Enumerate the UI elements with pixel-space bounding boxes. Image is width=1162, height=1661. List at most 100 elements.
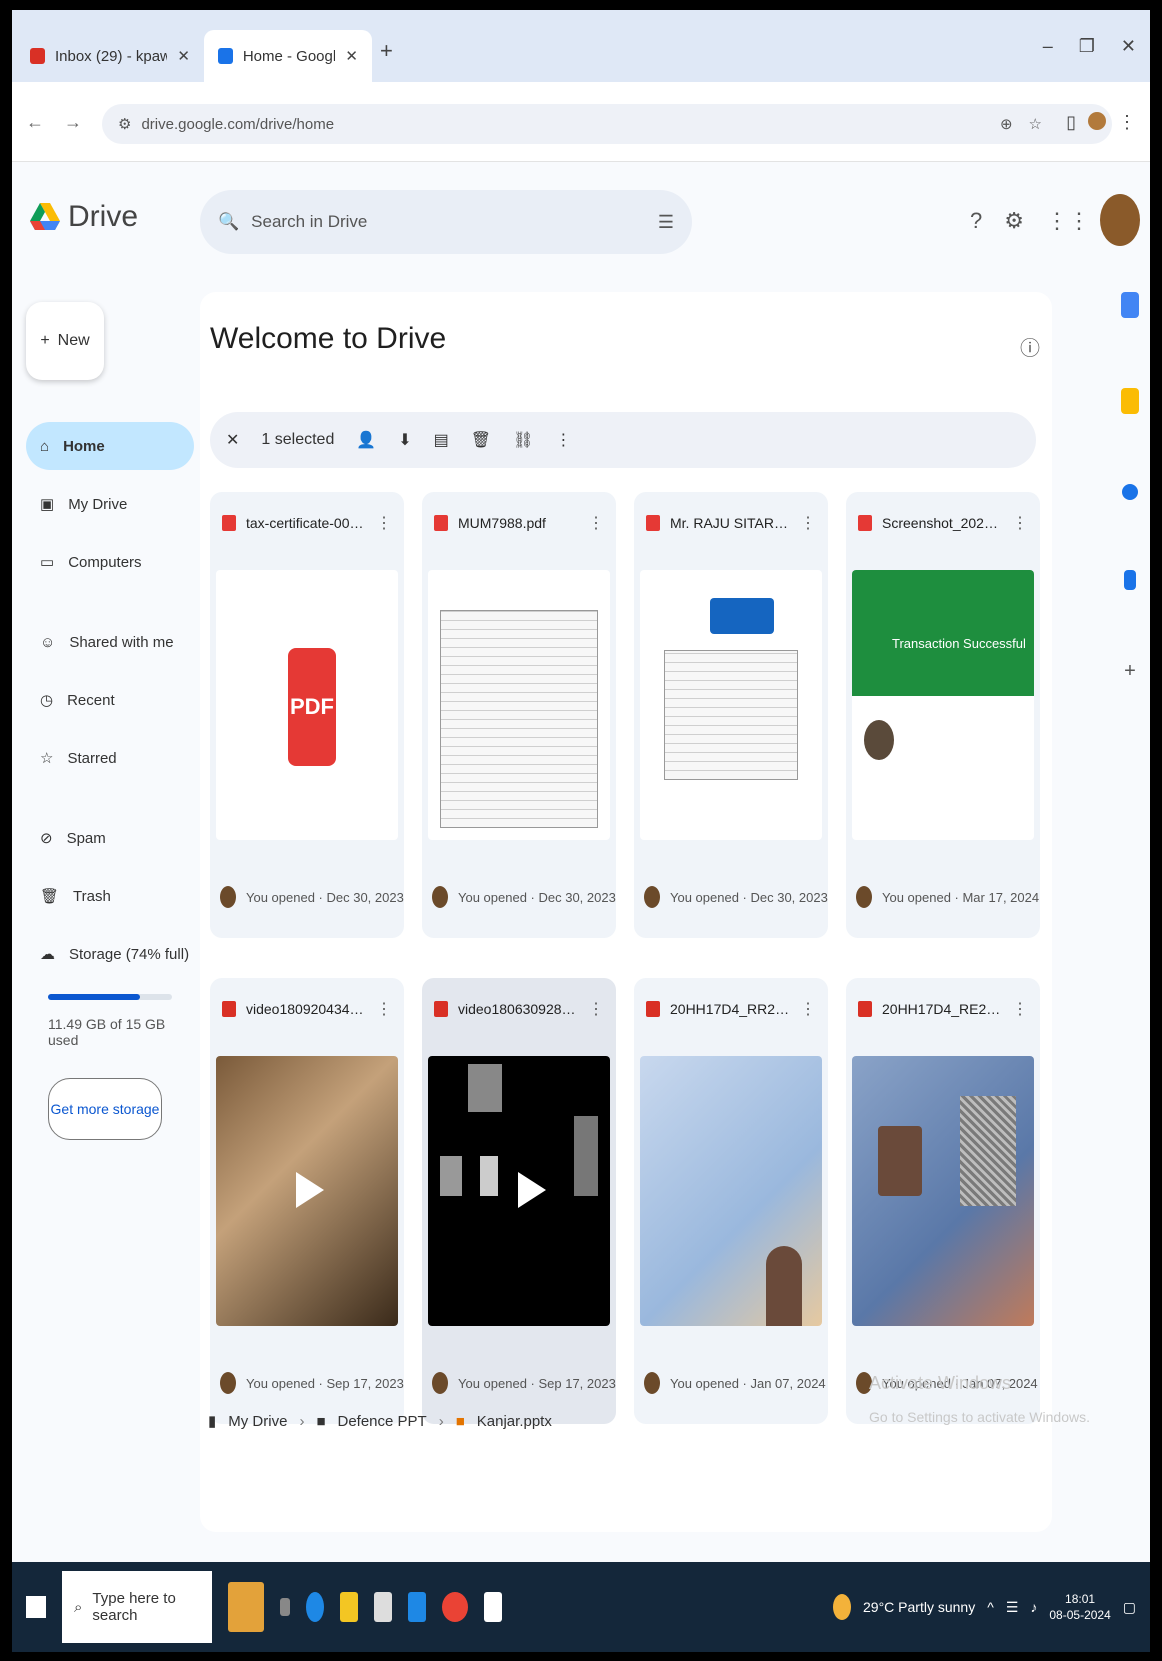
more-options-icon[interactable]: ⋮ (376, 999, 392, 1019)
drive-folder-icon: ▮ (208, 1413, 217, 1430)
tasks-icon[interactable] (1122, 484, 1138, 500)
breadcrumb-item[interactable]: Defence PPT (338, 1413, 427, 1430)
taskbar-search-input[interactable]: ⌕ Type here to search (62, 1571, 212, 1643)
more-options-icon[interactable]: ⋮ (588, 513, 604, 533)
close-icon[interactable]: ✕ (345, 47, 358, 65)
file-explorer-icon[interactable] (340, 1592, 358, 1622)
sidebar-item-spam[interactable]: ⊘ Spam (26, 814, 194, 862)
account-avatar[interactable] (1100, 194, 1140, 246)
store-icon[interactable] (408, 1592, 426, 1622)
browser-menu-icon[interactable]: ⋮ (1118, 112, 1136, 133)
clock[interactable]: 18:01 08-05-2024 (1049, 1591, 1110, 1623)
search-options-icon[interactable]: ☰ (658, 212, 674, 233)
volume-icon[interactable]: ♪ (1030, 1599, 1037, 1615)
widgets-icon[interactable] (228, 1582, 264, 1632)
chrome-icon[interactable] (442, 1592, 468, 1622)
drive-logo[interactable]: Drive (30, 200, 138, 234)
edge-icon[interactable] (306, 1592, 324, 1622)
move-icon[interactable]: ▤ (434, 430, 449, 450)
sidebar-item-my-drive[interactable]: ▣ My Drive (26, 480, 194, 528)
play-icon[interactable] (518, 1172, 546, 1208)
video-tile (468, 1064, 502, 1112)
back-icon[interactable]: ← (26, 112, 44, 133)
file-card[interactable]: 20HH17D4_RR2P.jpg ⋮ You opened · Jan 07,… (634, 978, 828, 1424)
more-options-icon[interactable]: ⋮ (1012, 999, 1028, 1019)
sidebar-item-trash[interactable]: 🗑 Trash (26, 872, 194, 920)
more-options-icon[interactable]: ⋮ (800, 513, 816, 533)
settings-gear-icon[interactable]: ⚙ (1004, 208, 1024, 234)
star-icon: ☆ (40, 750, 54, 767)
file-card[interactable]: tax-certificate-00343076_(fr-fe... ⋮ PDF… (210, 492, 404, 938)
sidebar-item-computers[interactable]: ▭ Computers (26, 538, 194, 586)
apps-grid-icon[interactable]: ⋮⋮ (1046, 208, 1090, 234)
minimize-icon[interactable]: – (1043, 36, 1053, 57)
user-avatar-icon (432, 886, 448, 908)
file-card[interactable]: video1809204347.mp4 ⋮ You opened · Sep 1… (210, 978, 404, 1424)
info-icon[interactable]: ⓘ (1020, 332, 1040, 361)
play-icon[interactable] (296, 1172, 324, 1208)
sidepanel-icon[interactable]: ▯ (1066, 112, 1076, 133)
calendar-icon[interactable] (1121, 292, 1139, 318)
more-options-icon[interactable]: ⋮ (1012, 513, 1028, 533)
file-card[interactable]: Mr. RAJU SITARAM PAWAR.pdf ⋮ You opened … (634, 492, 828, 938)
file-card-header: tax-certificate-00343076_(fr-fe... ⋮ (210, 492, 404, 554)
task-view-icon[interactable] (280, 1598, 290, 1616)
more-options-icon[interactable]: ⋮ (588, 999, 604, 1019)
keep-icon[interactable] (1121, 388, 1139, 414)
file-activity: You opened · Dec 30, 2023 (220, 886, 404, 908)
get-more-storage-button[interactable]: Get more storage (48, 1078, 162, 1140)
network-icon[interactable]: ☰ (1006, 1599, 1019, 1616)
link-icon[interactable]: ⛓ (513, 430, 533, 450)
system-tray: 29°C Partly sunny ^ ☰ ♪ 18:01 08-05-2024… (833, 1591, 1150, 1623)
sidebar-item-recent[interactable]: ◷ Recent (26, 676, 194, 724)
url-input[interactable]: ⚙ drive.google.com/drive/home ⊕ ☆ (102, 104, 1112, 144)
delete-icon[interactable]: 🗑 (471, 430, 491, 450)
tab-gmail[interactable]: Inbox (29) - kpawar714@gm ✕ (16, 30, 204, 82)
contacts-icon[interactable] (1124, 570, 1136, 590)
more-actions-icon[interactable]: ⋮ (555, 430, 571, 450)
slides-file-icon: ■ (455, 1412, 465, 1430)
id-photo (766, 1246, 802, 1326)
image-file-icon (858, 1001, 872, 1017)
new-tab-button[interactable]: + (380, 38, 393, 64)
share-icon[interactable]: 👤 (356, 430, 376, 450)
notifications-icon[interactable]: ▢ (1123, 1599, 1136, 1616)
chevron-up-icon[interactable]: ^ (987, 1599, 994, 1615)
sidebar-item-storage[interactable]: ☁ Storage (74% full) (26, 930, 194, 978)
file-card[interactable]: Screenshot_20240107_094323_P... ⋮ Transa… (846, 492, 1040, 938)
windows-start-icon[interactable] (26, 1596, 46, 1618)
breadcrumb-item[interactable]: My Drive (228, 1413, 287, 1430)
help-icon[interactable]: ? (970, 208, 982, 234)
sidebar-item-starred[interactable]: ☆ Starred (26, 734, 194, 782)
clear-selection-icon[interactable]: ✕ (226, 430, 239, 450)
install-icon[interactable]: ⊕ (1000, 115, 1013, 133)
more-options-icon[interactable]: ⋮ (376, 513, 392, 533)
site-info-icon[interactable]: ⚙ (118, 115, 131, 133)
bookmark-star-icon[interactable]: ☆ (1029, 115, 1042, 133)
close-window-icon[interactable]: ✕ (1121, 36, 1136, 57)
forward-icon[interactable]: → (64, 112, 82, 133)
close-icon[interactable]: ✕ (177, 47, 190, 65)
tab-drive[interactable]: Home - Google Drive ✕ (204, 30, 372, 82)
notepad-icon[interactable] (484, 1592, 502, 1622)
weather-text[interactable]: 29°C Partly sunny (863, 1599, 975, 1615)
my-drive-icon: ▣ (40, 496, 55, 513)
breadcrumb-item[interactable]: Kanjar.pptx (477, 1413, 552, 1430)
download-icon[interactable]: ⬇ (398, 430, 411, 450)
file-card[interactable]: 20HH17D4_RE2M3.jpg ⋮ You opened · Jan 07… (846, 978, 1040, 1424)
file-grid: tax-certificate-00343076_(fr-fe... ⋮ PDF… (210, 492, 1040, 1424)
file-card[interactable]: MUM7988.pdf ⋮ You opened · Dec 30, 2023 (422, 492, 616, 938)
profile-avatar[interactable] (1088, 112, 1106, 130)
sidebar-item-shared[interactable]: ☺ Shared with me (26, 618, 194, 666)
file-card-selected[interactable]: video1806309281.mp4 ⋮ You opened · Sep 1… (422, 978, 616, 1424)
add-addon-icon[interactable]: + (1124, 660, 1136, 683)
file-name: Mr. RAJU SITARAM PAWAR.pdf (670, 515, 790, 531)
maximize-icon[interactable]: ❐ (1079, 36, 1095, 57)
search-input[interactable]: 🔍 Search in Drive ☰ (200, 190, 692, 254)
app-icon[interactable] (374, 1592, 392, 1622)
file-thumbnail: Transaction Successful (852, 570, 1034, 840)
more-options-icon[interactable]: ⋮ (800, 999, 816, 1019)
new-button[interactable]: + New (26, 302, 104, 380)
sidebar-item-home[interactable]: ⌂ Home (26, 422, 194, 470)
drive-app: Drive 🔍 Search in Drive ☰ ? ⚙ ⋮⋮ + New ⌂… (12, 162, 1150, 1562)
